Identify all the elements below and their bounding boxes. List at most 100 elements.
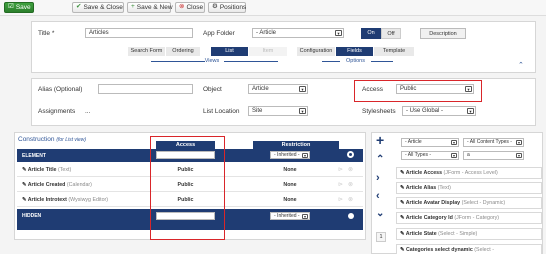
element-header-label: ELEMENT [22, 153, 46, 159]
toolbar: ☑ Save ✔ Save & Close + Save & New ⊗ Close ⚙… [0, 0, 546, 16]
delete-icon[interactable]: ⊗ [348, 181, 353, 188]
app-folder-select[interactable]: - Article ▾ [252, 28, 344, 38]
chevron-down-icon: ▾ [335, 30, 342, 36]
tab-item[interactable]: Item [249, 47, 287, 56]
positions-button[interactable]: ⚙ Positions [208, 2, 246, 13]
pencil-icon[interactable]: ✎ [22, 167, 26, 173]
save-new-button[interactable]: + Save & New [127, 2, 173, 13]
page-number[interactable]: 1 [376, 232, 386, 242]
move-icon[interactable]: ⊳ [338, 196, 343, 203]
gear-icon: ⚙ [212, 3, 218, 11]
table-row-name: ✎ Article Created (Calendar) [22, 182, 92, 188]
pencil-icon[interactable]: ✎ [22, 197, 26, 203]
tab-search-form[interactable]: Search Form [128, 47, 165, 56]
close-icon: ⊗ [179, 3, 185, 11]
filter-object-select[interactable]: - Article ▾ [401, 138, 459, 147]
views-caption: Views [204, 58, 220, 64]
views-divider-left [151, 61, 205, 62]
hidden-restriction-select[interactable]: - Inherited - ▾ [270, 212, 310, 220]
restriction-column-header: Restriction [253, 141, 339, 149]
table-row-name: ✎ Article Title (Text) [22, 167, 72, 173]
radio-icon[interactable] [347, 151, 354, 158]
save-icon: ☑ [8, 3, 14, 11]
options-caption: Options [346, 58, 365, 64]
construction-title: Construction (for List view) [18, 136, 87, 143]
chevron-down-icon[interactable]: ⌄ [376, 208, 384, 219]
stylesheets-select[interactable]: - Use Global - ▾ [402, 106, 476, 116]
chevron-down-icon: ▾ [299, 86, 306, 92]
chevron-down-icon: ▾ [465, 86, 472, 92]
pencil-icon[interactable]: ✎ [400, 215, 404, 221]
save-button[interactable]: ☑ Save [4, 2, 34, 13]
chevron-down-icon: ▾ [516, 140, 522, 145]
chevron-down-icon: ▾ [299, 108, 306, 114]
element-restriction-select[interactable]: - Inherited - ▾ [270, 151, 310, 159]
save-close-button[interactable]: ✔ Save & Close [72, 2, 124, 13]
pencil-icon[interactable]: ✎ [400, 247, 404, 253]
plus-icon: + [131, 3, 135, 11]
tab-list[interactable]: List [211, 47, 248, 56]
alias-input[interactable] [98, 84, 193, 94]
move-icon[interactable]: ⊳ [338, 181, 343, 188]
filter-letter-select[interactable]: a ▾ [463, 151, 524, 160]
list-location-label: List Location [203, 108, 240, 115]
chevron-right-icon[interactable]: › [376, 172, 380, 184]
on-toggle[interactable]: On [361, 28, 381, 39]
list-item-label: ✎ Article State (Select - Simple) [400, 231, 478, 237]
pencil-icon[interactable]: ✎ [400, 200, 404, 206]
tab-fields[interactable]: Fields [336, 47, 373, 56]
table-row-name: ✎ Article Introtext (Wysiwyg Editor) [22, 197, 109, 203]
chevron-down-icon: ▾ [302, 214, 308, 219]
chevron-down-icon: ▾ [451, 153, 457, 158]
filter-content-type-select[interactable]: - All Content Types - ▾ [463, 138, 524, 147]
pencil-icon[interactable]: ✎ [400, 170, 404, 176]
tab-ordering[interactable]: Ordering [166, 47, 200, 56]
pencil-icon[interactable]: ✎ [22, 182, 26, 188]
hidden-header-label: HIDDEN [22, 213, 42, 219]
description-button[interactable]: Description [420, 28, 466, 39]
radio-icon[interactable] [348, 213, 354, 219]
app-folder-label: App Folder [203, 30, 235, 37]
list-item-label: ✎ Categories select dynamic (Select - [400, 247, 494, 253]
options-divider-right [371, 61, 393, 62]
list-item-label: ✎ Article Avatar Display (Select - Dynam… [400, 200, 506, 206]
access-column-highlight [150, 136, 225, 240]
object-label: Object [203, 86, 222, 93]
chevron-up-icon[interactable]: ⌃ [518, 61, 524, 69]
add-icon[interactable]: + [376, 133, 384, 147]
title-label: Title * [38, 30, 55, 37]
list-item-label: ✎ Article Alias (Text) [400, 185, 451, 191]
tab-configuration[interactable]: Configuration [297, 47, 335, 56]
delete-icon[interactable]: ⊗ [348, 196, 353, 203]
list-location-select[interactable]: Site ▾ [248, 106, 308, 116]
tab-template[interactable]: Template [374, 47, 414, 56]
chevron-left-icon[interactable]: ‹ [376, 190, 380, 202]
assignments-value[interactable]: ... [85, 108, 90, 115]
list-item-label: ✎ Article Category Id (JForm - Category) [400, 215, 500, 221]
access-label: Access [362, 86, 383, 93]
access-select[interactable]: Public ▾ [396, 84, 474, 94]
list-item-label: ✎ Article Access (JForm - Access Level) [400, 170, 498, 176]
options-divider-left [322, 61, 340, 62]
chevron-up-icon[interactable]: ⌃ [376, 154, 384, 165]
pencil-icon[interactable]: ✎ [400, 185, 404, 191]
filter-type-select[interactable]: - All Types - ▾ [401, 151, 459, 160]
table-row-restriction: None [283, 167, 297, 173]
move-icon[interactable]: ⊳ [338, 166, 343, 173]
views-divider-right [224, 61, 278, 62]
object-select[interactable]: Article ▾ [248, 84, 308, 94]
chevron-down-icon: ▾ [516, 153, 522, 158]
table-row-restriction: None [283, 182, 297, 188]
close-button[interactable]: ⊗ Close [175, 2, 205, 13]
off-toggle[interactable]: Off [381, 28, 401, 39]
pencil-icon[interactable]: ✎ [400, 231, 404, 237]
table-row-restriction: None [283, 197, 297, 203]
assignments-label: Assignments [38, 108, 76, 115]
alias-label: Alias (Optional) [38, 86, 83, 93]
chevron-down-icon: ▾ [302, 153, 308, 158]
title-input[interactable]: Articles [85, 28, 193, 38]
delete-icon[interactable]: ⊗ [348, 166, 353, 173]
chevron-down-icon: ▾ [467, 108, 474, 114]
check-icon: ✔ [76, 3, 82, 11]
stylesheets-label: Stylesheets [362, 108, 396, 115]
